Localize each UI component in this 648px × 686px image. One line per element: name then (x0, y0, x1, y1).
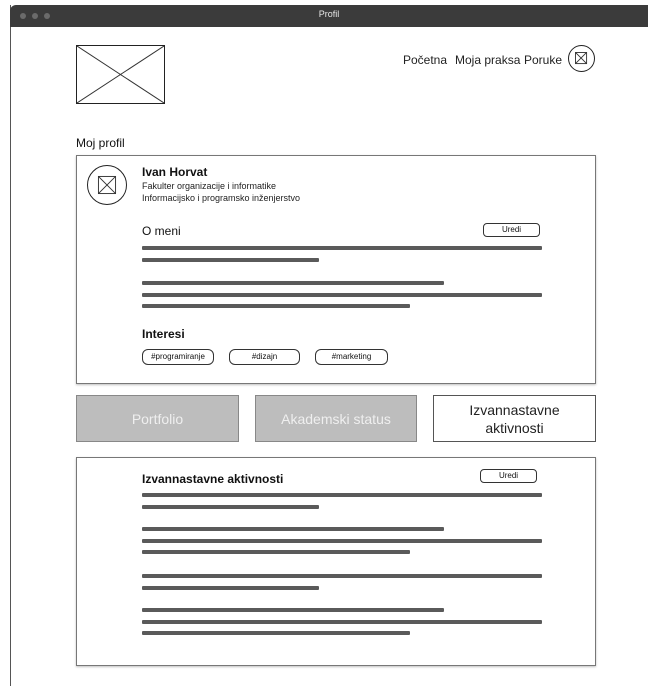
text-placeholder-line (142, 304, 410, 308)
text-placeholder-line (142, 608, 444, 612)
nav-link-pocetna[interactable]: Početna (403, 53, 447, 67)
text-placeholder-line (142, 293, 542, 297)
text-placeholder-line (142, 631, 410, 635)
page-title: Moj profil (76, 136, 125, 150)
profile-faculty: Fakulter organizacije i informatike (142, 181, 277, 191)
text-placeholder-line (142, 246, 542, 250)
logo-placeholder[interactable] (76, 45, 165, 104)
tab-akademski-status[interactable]: Akademski status (255, 395, 417, 442)
text-placeholder-line (142, 258, 319, 262)
profile-avatar-icon (87, 165, 127, 205)
text-placeholder-line (142, 586, 319, 590)
edit-about-button[interactable]: Uredi (483, 223, 540, 237)
window-title: Profil (318, 9, 340, 19)
activities-heading: Izvannastavne aktivnosti (142, 472, 284, 486)
text-placeholder-line (142, 574, 542, 578)
profile-name: Ivan Horvat (142, 165, 208, 179)
text-placeholder-line (142, 505, 319, 509)
tab-portfolio[interactable]: Portfolio (76, 395, 239, 442)
text-placeholder-line (142, 550, 410, 554)
interest-tag[interactable]: #marketing (315, 349, 388, 365)
text-placeholder-line (142, 539, 542, 543)
profile-program: Informacijsko i programsko inženjerstvo (142, 193, 301, 203)
tab-izvannastavne-aktivnosti[interactable]: Izvannastavne aktivnosti (433, 395, 596, 442)
user-avatar-icon[interactable] (568, 45, 595, 72)
nav-link-moja-praksa[interactable]: Moja praksa (455, 53, 520, 67)
text-placeholder-line (142, 527, 444, 531)
interests-heading: Interesi (142, 327, 185, 341)
about-heading: O meni (142, 224, 181, 238)
text-placeholder-line (142, 281, 444, 285)
text-placeholder-line (142, 493, 542, 497)
edit-activities-button[interactable]: Uredi (480, 469, 537, 483)
text-placeholder-line (142, 620, 542, 624)
interest-tag[interactable]: #dizajn (229, 349, 300, 365)
title-bar: Profil (10, 5, 648, 27)
nav-link-poruke[interactable]: Poruke (524, 53, 562, 67)
interest-tag[interactable]: #programiranje (142, 349, 214, 365)
